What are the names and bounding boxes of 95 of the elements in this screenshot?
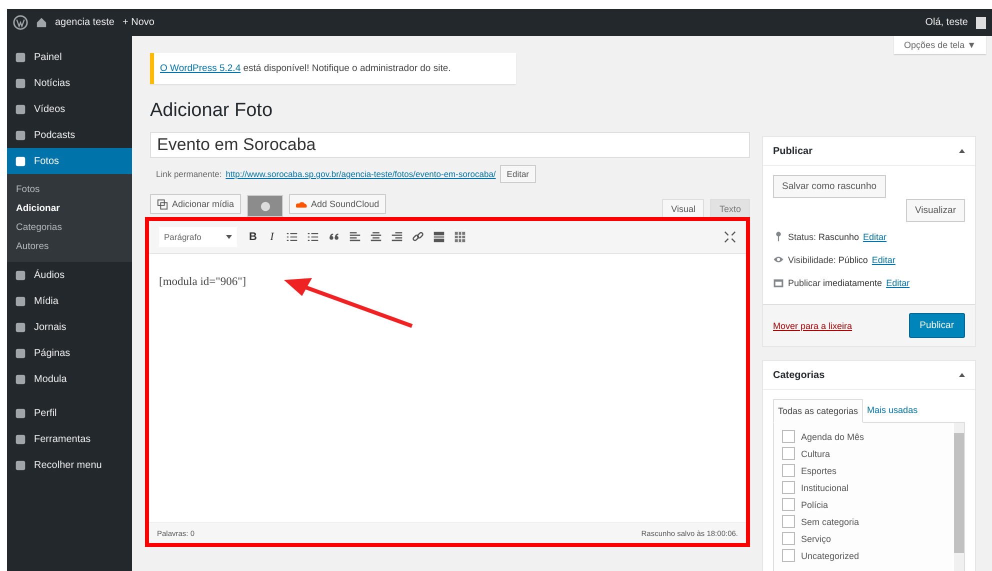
menu-icon bbox=[14, 406, 27, 420]
edit-link[interactable]: Editar bbox=[863, 232, 887, 242]
move-to-trash-link[interactable]: Mover para a lixeira bbox=[773, 320, 852, 330]
update-link[interactable]: O WordPress 5.2.4 bbox=[160, 63, 241, 74]
menu-icon bbox=[14, 320, 27, 334]
home-icon bbox=[36, 17, 47, 28]
eye-icon bbox=[773, 254, 784, 265]
sidebar-item[interactable]: Páginas bbox=[7, 340, 132, 366]
menu-icon bbox=[14, 268, 27, 282]
scrollbar[interactable] bbox=[954, 423, 964, 571]
category-label: Cultura bbox=[801, 448, 830, 458]
category-checkbox[interactable] bbox=[782, 447, 795, 460]
box-title: Publicar bbox=[773, 146, 812, 156]
publish-setting: Status: Rascunho bbox=[788, 232, 860, 242]
new-link[interactable]: + Novo bbox=[122, 17, 154, 28]
save-draft-button[interactable]: Salvar como rascunho bbox=[773, 175, 886, 198]
submenu-item[interactable]: Categorias bbox=[7, 218, 132, 237]
sidebar-item[interactable]: Mídia bbox=[7, 288, 132, 314]
category-checkbox[interactable] bbox=[782, 464, 795, 477]
menu-icon bbox=[14, 128, 27, 142]
category-checkbox[interactable] bbox=[782, 532, 795, 545]
italic-button[interactable]: I bbox=[267, 231, 277, 243]
sidebar-item[interactable]: Fotos bbox=[7, 148, 132, 174]
sidebar-item[interactable]: Vídeos bbox=[7, 96, 132, 122]
menu-icon bbox=[14, 154, 27, 168]
more-icon[interactable] bbox=[433, 231, 445, 243]
category-label: Serviço bbox=[801, 534, 832, 544]
calendar-icon bbox=[773, 277, 784, 288]
menu-icon bbox=[14, 458, 27, 472]
category-label: Institucional bbox=[801, 482, 849, 492]
sidebar-item[interactable]: Áudios bbox=[7, 262, 132, 288]
bold-button[interactable]: B bbox=[248, 231, 258, 243]
left-icon[interactable] bbox=[349, 231, 361, 243]
menu-icon bbox=[14, 372, 27, 386]
category-label: Uncategorized bbox=[801, 550, 860, 560]
edit-link[interactable]: Editar bbox=[872, 254, 896, 264]
page-heading: Adicionar Foto bbox=[150, 100, 274, 122]
sidebar-item[interactable]: Ferramentas bbox=[7, 426, 132, 452]
category-checkbox[interactable] bbox=[782, 498, 795, 511]
menu-icon bbox=[14, 102, 27, 116]
link-icon[interactable] bbox=[412, 231, 424, 243]
edit-permalink-button[interactable]: Editar bbox=[500, 165, 536, 183]
notice-text: está disponível! Notifique o administrador do site. bbox=[242, 63, 451, 74]
category-checkbox[interactable] bbox=[782, 481, 795, 494]
submenu-item[interactable]: Adicionar bbox=[7, 199, 132, 218]
preview-button[interactable]: Visualizar bbox=[906, 199, 965, 222]
sidebar-item[interactable]: Perfil bbox=[7, 400, 132, 426]
title-field[interactable]: Evento em Sorocaba bbox=[150, 132, 750, 158]
avatar bbox=[976, 16, 986, 28]
category-checkbox[interactable] bbox=[782, 549, 795, 562]
menu-icon bbox=[14, 346, 27, 360]
sidebar-item[interactable]: Modula bbox=[7, 366, 132, 392]
editor-tab[interactable]: Visual bbox=[662, 199, 704, 217]
category-tab[interactable]: Todas as categorias bbox=[773, 399, 864, 423]
category-label: Polícia bbox=[801, 500, 828, 510]
add-media-button[interactable]: Adicionar mídia bbox=[150, 194, 242, 214]
submenu-item[interactable]: Autores bbox=[7, 237, 132, 256]
screen-options-tab[interactable]: Opções de tela ▼ bbox=[894, 36, 986, 54]
pin-icon bbox=[773, 231, 784, 242]
sidebar-item[interactable]: Recolher menu bbox=[7, 452, 132, 478]
right-icon[interactable] bbox=[391, 231, 403, 243]
category-label: Sem categoria bbox=[801, 516, 860, 526]
menu-icon bbox=[14, 294, 27, 308]
submenu-item[interactable]: Fotos bbox=[7, 180, 132, 199]
format-dropdown[interactable]: Parágrafo bbox=[159, 227, 237, 247]
sidebar-item[interactable]: Painel bbox=[7, 44, 132, 70]
menu-icon bbox=[14, 76, 27, 90]
shortcode-text: [modula id="906"] bbox=[159, 276, 246, 288]
edit-link[interactable]: Editar bbox=[886, 278, 910, 288]
soundcloud-button[interactable]: Add SoundCloud bbox=[289, 194, 386, 214]
center-icon[interactable] bbox=[370, 231, 382, 243]
menu-icon bbox=[14, 50, 27, 64]
sidebar-item[interactable]: Podcasts bbox=[7, 122, 132, 148]
category-checkbox[interactable] bbox=[782, 515, 795, 528]
box-title: Categorias bbox=[773, 370, 825, 380]
category-label: Agenda do Mês bbox=[801, 432, 864, 442]
media-icon bbox=[157, 198, 168, 210]
grid-icon[interactable] bbox=[454, 231, 466, 243]
sidebar-item[interactable]: Jornais bbox=[7, 314, 132, 340]
category-tab[interactable]: Mais usadas bbox=[863, 399, 922, 422]
fullscreen-icon[interactable] bbox=[724, 231, 736, 243]
sidebar-item[interactable]: Notícias bbox=[7, 70, 132, 96]
publish-setting: Visibilidade: Público bbox=[788, 254, 868, 264]
permalink-label: Link permanente: bbox=[156, 169, 222, 179]
permalink-url[interactable]: http://www.sorocaba.sp.gov.br/agencia-teste/fotos/evento-em-sorocaba/ bbox=[226, 169, 496, 179]
publish-setting: Publicar imediatamente bbox=[788, 278, 882, 288]
category-label: Esportes bbox=[801, 466, 837, 476]
gallery-icon bbox=[260, 200, 271, 212]
category-checkbox[interactable] bbox=[782, 430, 795, 443]
menu-icon bbox=[14, 432, 27, 446]
ul-icon[interactable] bbox=[286, 231, 298, 243]
publish-button[interactable]: Publicar bbox=[908, 313, 965, 338]
greeting-link[interactable]: Olá, teste bbox=[925, 17, 968, 28]
site-name-link[interactable]: agencia teste bbox=[55, 17, 114, 28]
wordpress-logo-icon[interactable] bbox=[13, 15, 28, 30]
